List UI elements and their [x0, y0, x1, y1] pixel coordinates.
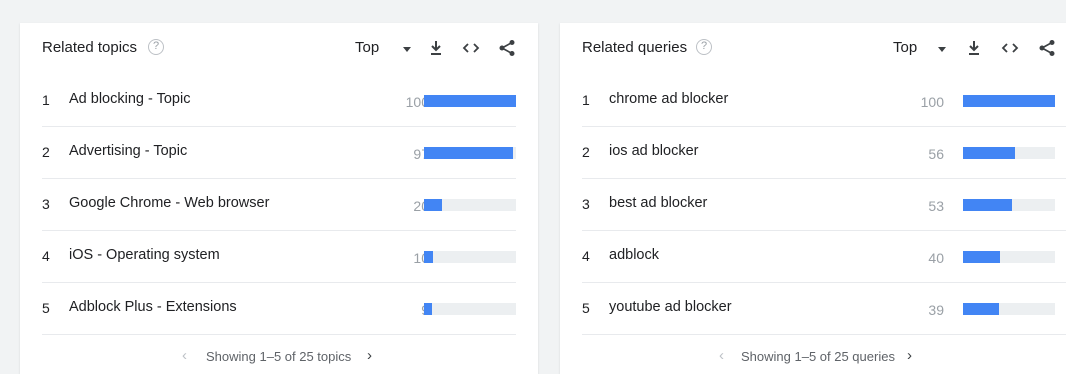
topic-value: 9 [389, 302, 429, 318]
query-label[interactable]: best ad blocker [609, 195, 707, 211]
topic-row[interactable]: 2 Advertising - Topic 97 [42, 127, 516, 179]
rank: 1 [582, 92, 590, 108]
bar-fill [424, 251, 434, 263]
rank: 2 [582, 144, 590, 160]
bar-fill [424, 199, 443, 211]
query-row[interactable]: 5 youtube ad blocker 39 [582, 283, 1066, 335]
download-icon[interactable] [427, 39, 445, 57]
filter-dropdown[interactable]: Top [893, 39, 917, 56]
query-row[interactable]: 2 ios ad blocker 56 [582, 127, 1066, 179]
bar-track [963, 303, 1055, 315]
bar-fill [424, 303, 433, 315]
rank: 4 [582, 248, 590, 264]
bar-track [424, 251, 516, 263]
share-icon[interactable] [498, 39, 516, 57]
rank: 5 [42, 300, 50, 316]
bar-fill [424, 147, 514, 159]
chevron-down-icon[interactable] [403, 47, 411, 52]
rank: 3 [582, 196, 590, 212]
bar-track [963, 251, 1055, 263]
pagination: ‹ Showing 1–5 of 25 queries › [560, 339, 1066, 374]
query-row[interactable]: 3 best ad blocker 53 [582, 179, 1066, 231]
help-icon[interactable]: ? [148, 39, 164, 55]
share-icon[interactable] [1038, 39, 1056, 57]
rank: 3 [42, 196, 50, 212]
help-icon[interactable]: ? [696, 39, 712, 55]
topic-row[interactable]: 3 Google Chrome - Web browser 20 [42, 179, 516, 231]
bar-track [424, 147, 516, 159]
topic-row[interactable]: 4 iOS - Operating system 10 [42, 231, 516, 283]
card-title: Related queries [582, 39, 688, 56]
related-topics-card: Related topics ? Top 1 Ad blocking - Top… [20, 23, 538, 374]
chevron-down-icon[interactable] [938, 47, 946, 52]
bar-fill [963, 199, 1012, 211]
bar-track [424, 303, 516, 315]
rank: 4 [42, 248, 50, 264]
card-header: Related topics ? Top [20, 23, 538, 75]
topic-row[interactable]: 5 Adblock Plus - Extensions 9 [42, 283, 516, 335]
chevron-left-icon: ‹ [182, 347, 187, 364]
bar-fill [963, 147, 1015, 159]
bar-fill [963, 95, 1055, 107]
query-label[interactable]: chrome ad blocker [609, 91, 728, 107]
topic-label[interactable]: Ad blocking - Topic [69, 91, 190, 107]
pagination-text: Showing 1–5 of 25 queries [741, 349, 895, 364]
pagination: ‹ Showing 1–5 of 25 topics › [20, 339, 538, 374]
chevron-left-icon: ‹ [719, 347, 724, 364]
topic-value: 100 [405, 94, 429, 110]
query-value: 39 [928, 302, 944, 318]
bar-fill [424, 95, 516, 107]
topic-label[interactable]: Adblock Plus - Extensions [69, 299, 237, 315]
pagination-text: Showing 1–5 of 25 topics [206, 349, 352, 364]
topic-label[interactable]: iOS - Operating system [69, 247, 220, 263]
query-value: 40 [928, 250, 944, 266]
topic-value: 10 [413, 250, 429, 266]
card-header: Related queries ? Top [560, 23, 1066, 75]
embed-icon[interactable] [462, 39, 480, 57]
filter-dropdown[interactable]: Top [355, 39, 379, 56]
bar-track [963, 199, 1055, 211]
topic-value: 97 [413, 146, 429, 162]
embed-icon[interactable] [1001, 39, 1019, 57]
query-label[interactable]: adblock [609, 247, 659, 263]
bar-track [963, 147, 1055, 159]
query-label[interactable]: ios ad blocker [609, 143, 698, 159]
bar-track [424, 199, 516, 211]
query-value: 56 [928, 146, 944, 162]
bar-track [963, 95, 1055, 107]
query-value: 100 [920, 94, 944, 110]
query-row[interactable]: 1 chrome ad blocker 100 [582, 75, 1066, 127]
rank: 2 [42, 144, 50, 160]
query-value: 53 [928, 198, 944, 214]
query-row[interactable]: 4 adblock 40 [582, 231, 1066, 283]
topic-value: 20 [413, 198, 429, 214]
download-icon[interactable] [965, 39, 983, 57]
chevron-right-icon[interactable]: › [907, 347, 912, 364]
rank: 5 [582, 300, 590, 316]
chevron-right-icon[interactable]: › [367, 347, 372, 364]
topic-row[interactable]: 1 Ad blocking - Topic 100 [42, 75, 516, 127]
bar-fill [963, 303, 999, 315]
topic-label[interactable]: Advertising - Topic [69, 143, 187, 159]
rank: 1 [42, 92, 50, 108]
related-queries-card: Related queries ? Top 1 chrome ad blocke… [560, 23, 1066, 374]
card-title: Related topics [42, 39, 138, 56]
query-label[interactable]: youtube ad blocker [609, 299, 732, 315]
topic-label[interactable]: Google Chrome - Web browser [69, 195, 269, 211]
bar-fill [963, 251, 1000, 263]
bar-track [424, 95, 516, 107]
